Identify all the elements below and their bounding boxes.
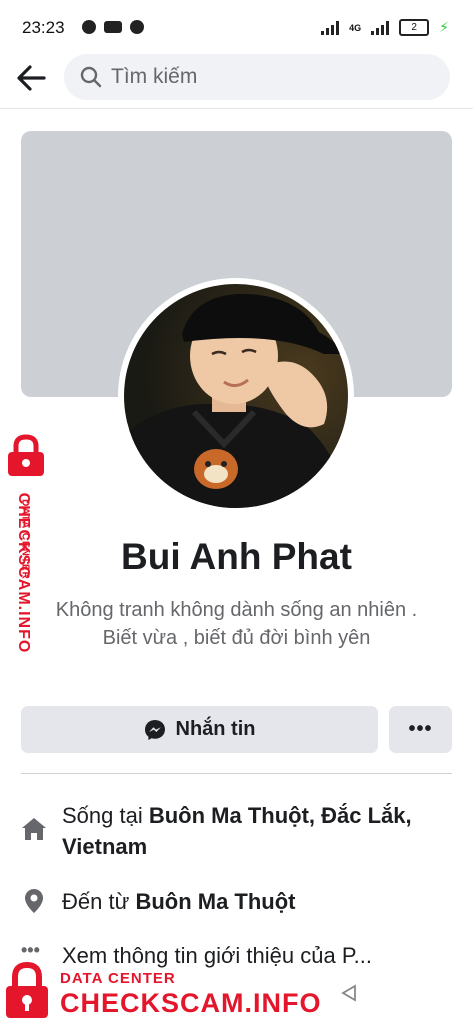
profile-bio: Không tranh không dành sống an nhiên . B… <box>55 599 418 649</box>
messenger-icon <box>144 719 165 740</box>
home-icon <box>22 818 46 840</box>
network-type: 4G <box>349 22 362 33</box>
watermark-left-big: CHECKSCAM.INFO <box>15 492 32 654</box>
search-icon <box>80 66 102 88</box>
location-pin-icon <box>25 889 43 913</box>
messenger-notification-icon <box>82 20 96 34</box>
charging-icon: ⚡ <box>439 19 449 35</box>
from-prefix: Đến từ <box>62 889 136 914</box>
search-input[interactable]: Tìm kiếm <box>64 54 450 100</box>
more-options-button[interactable]: ••• <box>389 706 452 753</box>
avatar-image <box>124 284 348 508</box>
signal-icon-2 <box>371 20 390 35</box>
system-icons: 4G 2 ⚡ <box>321 19 449 36</box>
avatar <box>124 284 348 508</box>
watermark-left: DATA CENTER CHECKSCAM.INFO <box>0 434 52 664</box>
arrow-left-icon <box>17 65 46 91</box>
lock-icon <box>8 434 44 476</box>
zalo-notification-icon <box>104 21 122 33</box>
search-placeholder: Tìm kiếm <box>111 65 198 88</box>
watermark-bottom-small: DATA CENTER <box>60 970 176 987</box>
message-button[interactable]: Nhắn tin <box>21 706 378 753</box>
intro-from-text: Đến từ Buôn Ma Thuột <box>62 886 422 917</box>
intro-from[interactable]: Đến từ Buôn Ma Thuột <box>21 886 452 920</box>
battery-icon: 2 <box>399 19 430 36</box>
profile-picture[interactable] <box>118 278 354 514</box>
hotspot-icon <box>130 20 144 34</box>
lives-prefix: Sống tại <box>62 803 149 828</box>
status-time: 23:23 <box>22 18 65 37</box>
status-bar: 23:23 4G 2 ⚡ <box>0 0 473 52</box>
from-value: Buôn Ma Thuột <box>135 889 296 914</box>
watermark-bottom: DATA CENTER CHECKSCAM.INFO <box>0 960 473 1024</box>
profile-name: Bui Anh Phat <box>121 536 352 577</box>
intro-lives-in-text: Sống tại Buôn Ma Thuột, Đắc Lắk, Vietnam <box>62 800 422 862</box>
watermark-bottom-big: CHECKSCAM.INFO <box>60 988 322 1018</box>
signal-icon <box>321 20 340 35</box>
back-button[interactable] <box>14 60 50 96</box>
section-divider <box>21 773 452 774</box>
lock-icon-bottom <box>6 962 48 1018</box>
intro-lives-in[interactable]: Sống tại Buôn Ma Thuột, Đắc Lắk, Vietnam <box>21 800 452 864</box>
message-button-label: Nhắn tin <box>175 718 256 740</box>
notification-icons <box>82 20 144 34</box>
top-bar: Tìm kiếm <box>0 52 473 109</box>
